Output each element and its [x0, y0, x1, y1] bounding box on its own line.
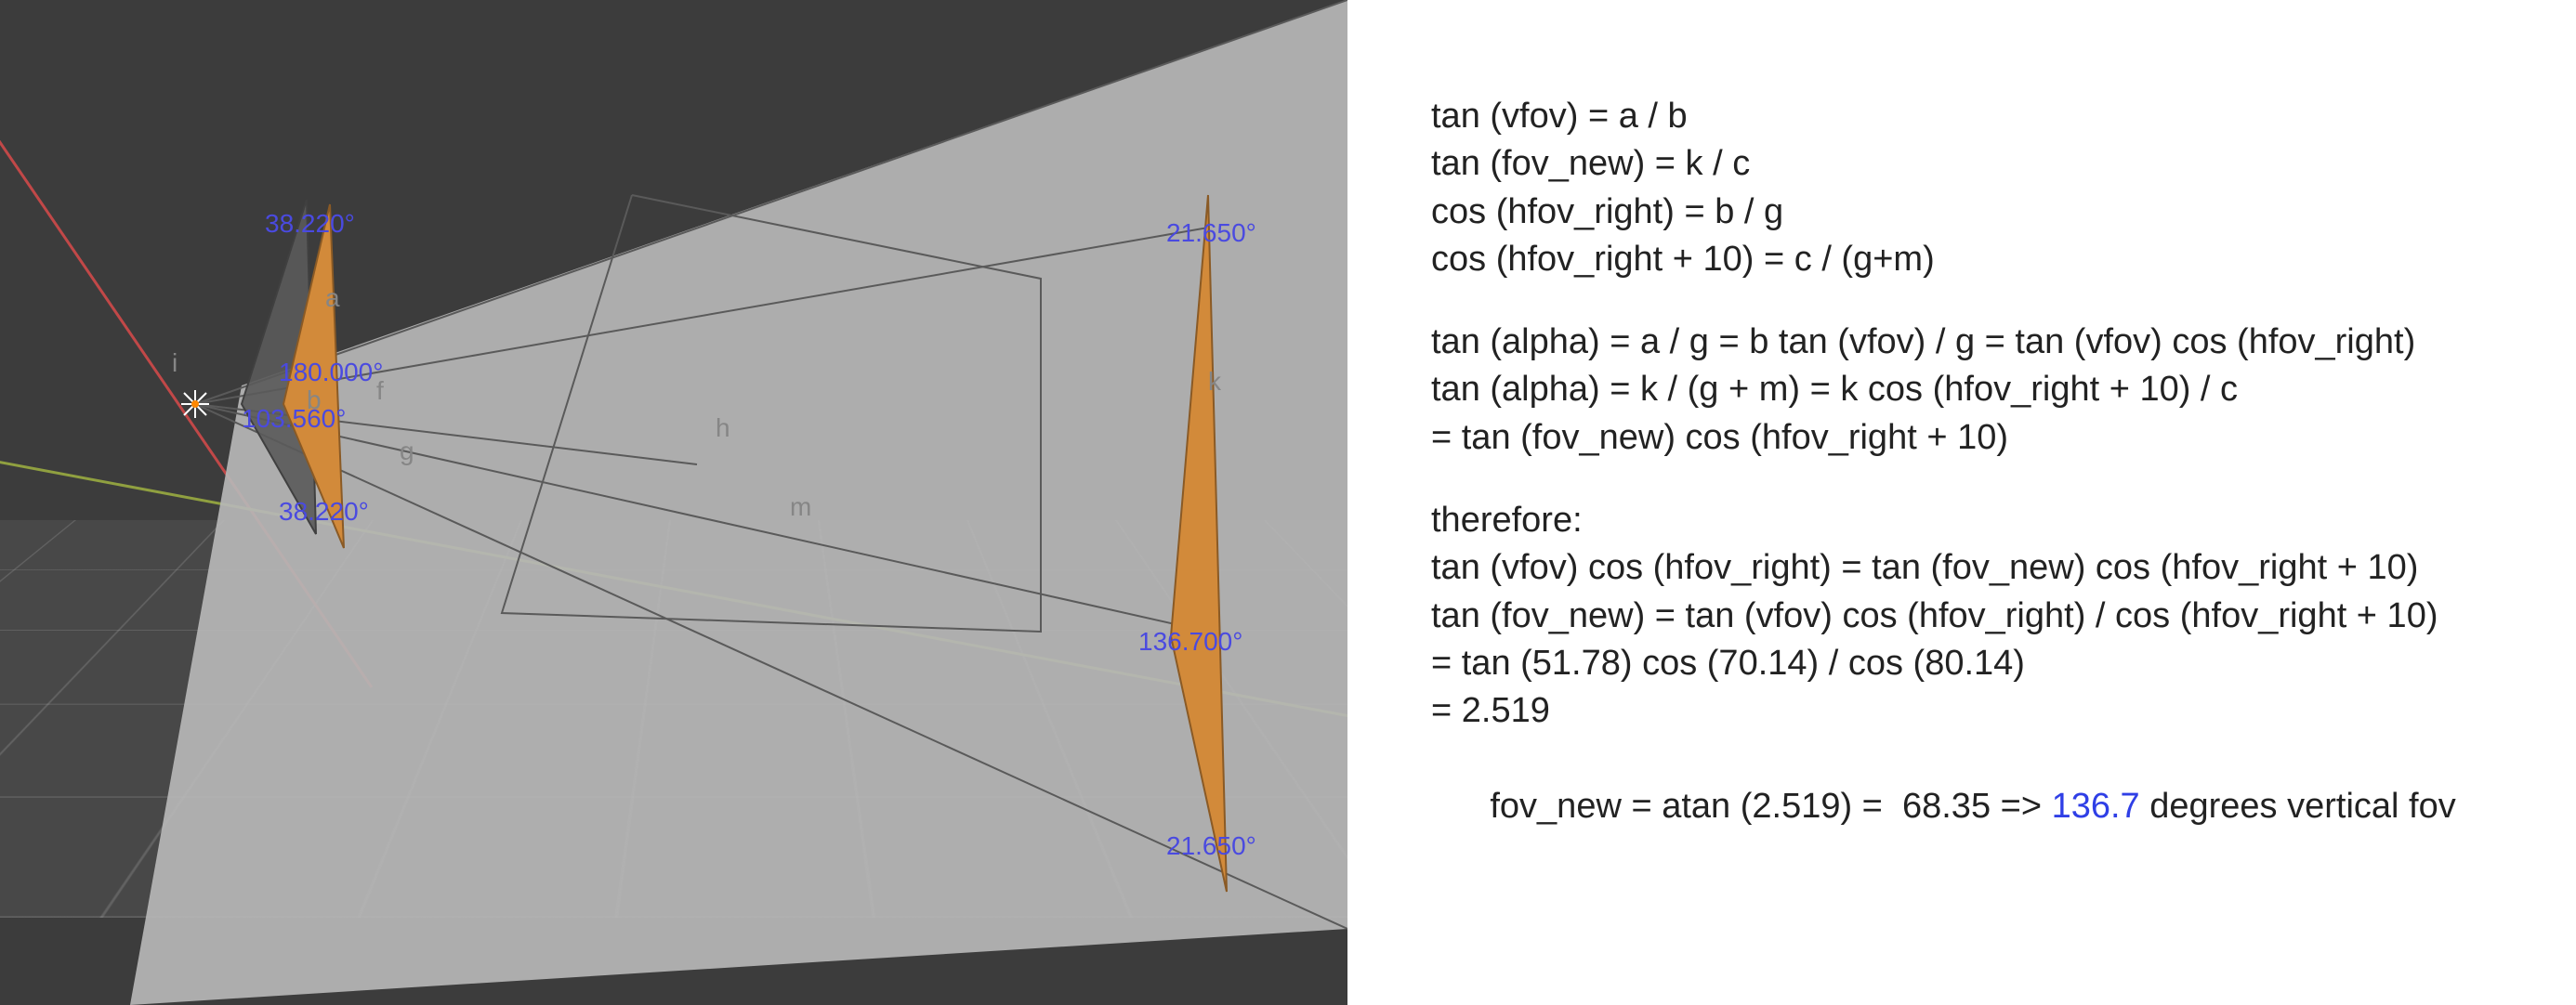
eq-line: tan (fov_new) = tan (vfov) cos (hfov_rig…: [1431, 593, 2511, 640]
eq-result-blue: 136.7: [2052, 787, 2140, 826]
eq-line: tan (vfov) = a / b: [1431, 93, 2511, 140]
root: 38.220° 180.000° 103.560° 38.220° 21.650…: [0, 0, 2576, 1005]
label-a: a: [325, 283, 340, 312]
angle-top-right: 21.650°: [1166, 218, 1256, 247]
angle-bottom-left: 38.220°: [279, 497, 369, 526]
label-h: h: [716, 413, 730, 442]
eq-line: tan (alpha) = a / g = b tan (vfov) / g =…: [1431, 319, 2511, 366]
eq-line: tan (alpha) = k / (g + m) = k cos (hfov_…: [1431, 366, 2511, 413]
math-panel: tan (vfov) = a / b tan (fov_new) = k / c…: [1347, 0, 2576, 1005]
eq-result: fov_new = atan (2.519) = 68.35 => 136.7 …: [1431, 736, 2511, 879]
angle-mid-right: 136.700°: [1138, 627, 1242, 656]
eq-line: cos (hfov_right) = b / g: [1431, 189, 2511, 236]
label-k: k: [1208, 367, 1222, 396]
eq-line: cos (hfov_right + 10) = c / (g+m): [1431, 236, 2511, 283]
eq-line: tan (fov_new) = k / c: [1431, 140, 2511, 188]
label-g: g: [400, 437, 414, 465]
therefore-line: therefore:: [1431, 497, 2511, 544]
eq-line: = tan (fov_new) cos (hfov_right + 10): [1431, 414, 2511, 462]
angle-bottom-right: 21.650°: [1166, 831, 1256, 860]
eq-line: = 2.519: [1431, 687, 2511, 735]
label-b: b: [307, 385, 322, 414]
label-i: i: [172, 348, 177, 377]
origin-gizmo: [181, 390, 209, 418]
viewport-3d[interactable]: 38.220° 180.000° 103.560° 38.220° 21.650…: [0, 0, 1347, 1005]
eq-line: = tan (51.78) cos (70.14) / cos (80.14): [1431, 640, 2511, 687]
angle-180: 180.000°: [279, 358, 383, 386]
label-f: f: [376, 376, 384, 405]
angle-top-left: 38.220°: [265, 209, 355, 238]
label-m: m: [790, 492, 811, 521]
angle-sum: 103.560°: [242, 404, 346, 433]
eq-result-pre: fov_new = atan (2.519) = 68.35 =>: [1490, 787, 2051, 826]
eq-line: tan (vfov) cos (hfov_right) = tan (fov_n…: [1431, 544, 2511, 592]
viewport-overlay: 38.220° 180.000° 103.560° 38.220° 21.650…: [0, 0, 1347, 1005]
eq-result-post: degrees vertical fov: [2140, 787, 2456, 826]
